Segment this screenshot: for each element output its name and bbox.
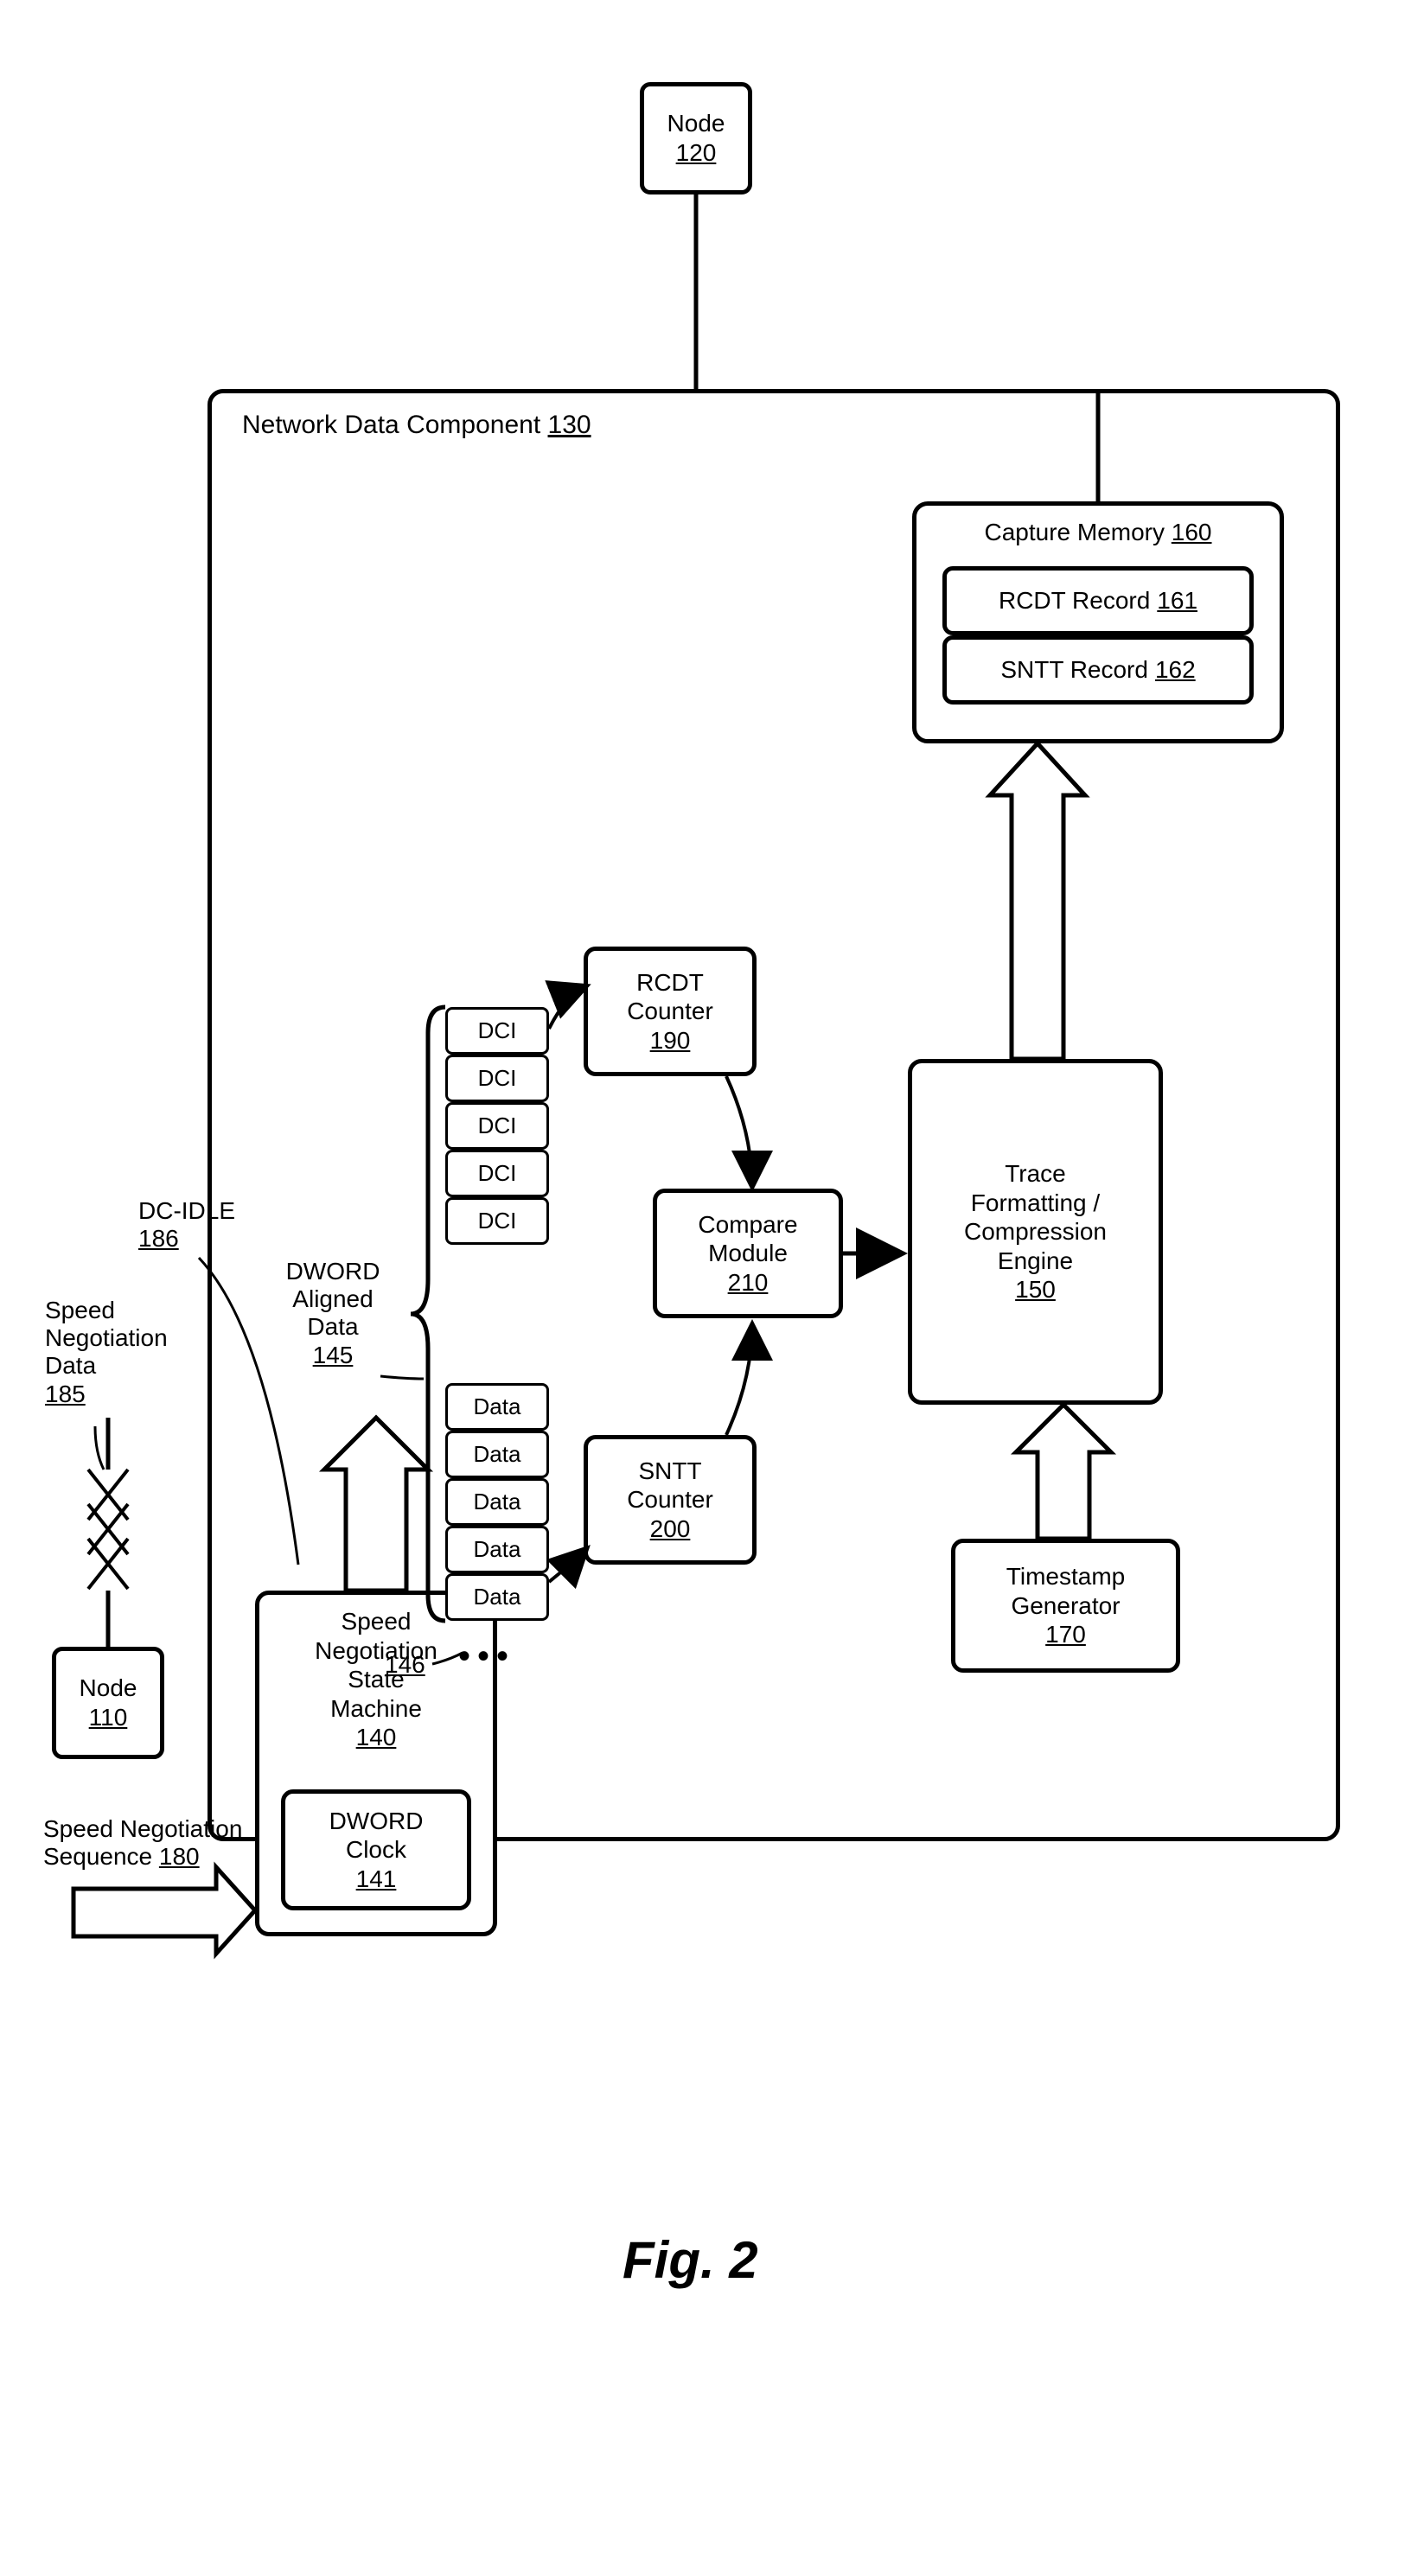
dci-0: DCI [445, 1007, 549, 1055]
node120-label: Node [667, 109, 725, 138]
snd-num: 185 [45, 1380, 86, 1407]
sns-l2: Sequence [43, 1843, 152, 1870]
snttrec-l: SNTT Record [1000, 655, 1148, 685]
sntt-record: SNTT Record 162 [942, 635, 1254, 705]
da-l1: DWORD [286, 1258, 380, 1285]
num-146: 146 [385, 1651, 425, 1679]
da-l3: Data [307, 1313, 358, 1340]
speed-neg-seq-label: Speed Negotiation Sequence 180 [43, 1815, 268, 1871]
snsm-num: 140 [356, 1723, 397, 1752]
cmp-l1: Compare [698, 1210, 797, 1240]
node120-num: 120 [676, 138, 717, 168]
snd-l2: Negotiation [45, 1324, 168, 1351]
dc-idle-label: DC-IDLE 186 [138, 1197, 277, 1253]
dword-clock: DWORD Clock 141 [281, 1789, 471, 1910]
rcdt-l2: Counter [627, 997, 713, 1026]
ndc-num: 130 [548, 411, 591, 439]
dots-146: ••• [458, 1636, 515, 1676]
ndc-label: Network Data Component 130 [242, 411, 591, 441]
sns-num: 180 [159, 1843, 200, 1870]
rcdtrec-l: RCDT Record [999, 586, 1150, 615]
data-2: Data [445, 1478, 549, 1526]
data-0: Data [445, 1383, 549, 1431]
compare-module: Compare Module 210 [653, 1189, 843, 1318]
dci-n: 186 [138, 1225, 179, 1252]
dwcl-l2: Clock [346, 1835, 406, 1865]
tr-num: 150 [1015, 1275, 1056, 1304]
snsm-l4: Machine [330, 1694, 422, 1724]
speed-neg-data-label: Speed Negotiation Data 185 [45, 1297, 209, 1408]
tr-l3: Compression [964, 1217, 1107, 1247]
ndc-text: Network Data Component [242, 411, 540, 439]
dci-1: DCI [445, 1055, 549, 1102]
cmp-num: 210 [728, 1268, 769, 1298]
da-num: 145 [313, 1342, 354, 1368]
timestamp-gen: Timestamp Generator 170 [951, 1539, 1180, 1673]
sntt-num: 200 [650, 1514, 691, 1544]
dci-2: DCI [445, 1102, 549, 1150]
ts-num: 170 [1045, 1620, 1086, 1649]
dci-l: DC-IDLE [138, 1197, 235, 1224]
node-110: Node 110 [52, 1647, 164, 1759]
snd-l3: Data [45, 1352, 96, 1379]
cap-label: Capture Memory [984, 519, 1165, 545]
dci-3: DCI [445, 1150, 549, 1197]
tr-l4: Engine [998, 1247, 1073, 1276]
sns-l1: Speed Negotiation [43, 1815, 242, 1842]
cmp-l2: Module [708, 1239, 788, 1268]
ts-l2: Generator [1011, 1591, 1120, 1621]
data-4: Data [445, 1573, 549, 1621]
node-120: Node 120 [640, 82, 752, 194]
snd-l1: Speed [45, 1297, 115, 1323]
tr-l1: Trace [1005, 1159, 1066, 1189]
ts-l1: Timestamp [1006, 1562, 1125, 1591]
da-l2: Aligned [292, 1285, 373, 1312]
dwcl-l1: DWORD [329, 1807, 424, 1836]
rcdt-record: RCDT Record 161 [942, 566, 1254, 635]
node110-num: 110 [89, 1703, 128, 1732]
trace-engine: Trace Formatting / Compression Engine 15… [908, 1059, 1163, 1405]
tr-l2: Formatting / [971, 1189, 1100, 1218]
rcdt-counter: RCDT Counter 190 [584, 947, 757, 1076]
rcdtrec-n: 161 [1157, 586, 1197, 615]
dci-4: DCI [445, 1197, 549, 1245]
node110-label: Node [80, 1674, 137, 1703]
figure-label: Fig. 2 [623, 2230, 758, 2290]
sntt-l1: SNTT [638, 1457, 701, 1486]
rcdt-l1: RCDT [636, 968, 704, 998]
dword-aligned-label: DWORD Aligned Data 145 [255, 1258, 411, 1369]
snsm-l1: Speed [342, 1607, 412, 1636]
sntt-counter: SNTT Counter 200 [584, 1435, 757, 1565]
snttrec-n: 162 [1155, 655, 1196, 685]
sntt-l2: Counter [627, 1485, 713, 1514]
data-1: Data [445, 1431, 549, 1478]
data-3: Data [445, 1526, 549, 1573]
dwcl-num: 141 [356, 1865, 397, 1894]
cap-num: 160 [1172, 519, 1212, 545]
rcdt-num: 190 [650, 1026, 691, 1055]
